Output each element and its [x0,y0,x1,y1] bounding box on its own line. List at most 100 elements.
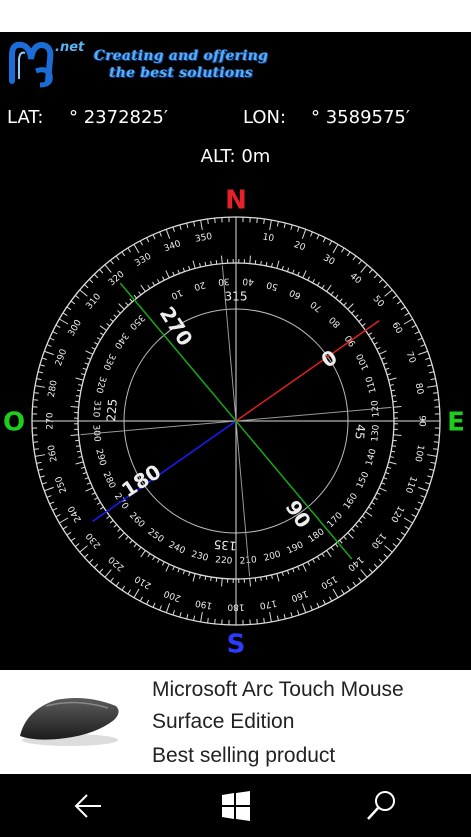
middle-tick [204,261,207,266]
inner-degree-label: 160 [342,491,360,511]
back-arrow-icon[interactable] [69,786,109,826]
inner-degree-label: 100 [355,351,371,371]
outer-degree-label: 290 [54,348,69,368]
middle-tick [165,270,170,279]
outer-tick [418,486,428,492]
middle-tick [140,284,146,292]
outer-tick [165,603,171,613]
outer-tick [99,568,104,573]
outer-tick [214,218,216,224]
outer-tick [426,454,437,457]
outer-tick [310,231,313,237]
outer-tick [384,289,393,297]
middle-tick [84,362,89,365]
tagline-line-2: the best solutions [109,65,253,81]
outer-tick [93,273,99,279]
outer-tick [433,441,439,443]
middle-tick [221,578,223,587]
outer-tick [316,602,320,608]
windows-logo-icon[interactable] [216,786,256,826]
inner-degree-label: 20 [193,279,207,292]
middle-tick [138,291,142,296]
outer-degree-label: 130 [369,530,388,550]
middle-tick [133,294,137,299]
middle-tick [78,456,83,458]
middle-tick [358,318,363,322]
inner-degree-label: 150 [355,470,371,490]
outer-tick [33,399,39,401]
inner-degree-label: 50 [265,279,279,292]
middle-tick [75,461,84,465]
outer-tick [322,599,326,605]
outer-degree-label: 150 [319,573,339,590]
middle-tick [91,347,96,350]
ad-title[interactable]: Microsoft Arc Touch Mouse Surface Editio… [152,674,462,738]
outer-tick [110,577,114,583]
outer-tick [368,568,373,573]
middle-tick [386,373,392,376]
outer-tick [383,284,388,289]
middle-tick [385,471,390,475]
middle-tick [221,255,223,264]
inner-degree-label: 190 [285,540,305,556]
ad-banner[interactable]: Microsoft Arc Touch Mouse Surface Editio… [0,670,471,774]
middle-tick [210,576,212,582]
outer-tick [46,344,52,347]
middle-tick [162,276,165,281]
outer-tick [115,255,120,261]
middle-tick [343,536,347,540]
middle-tick [85,487,94,492]
middle-tick [339,539,343,544]
middle-tick [326,550,332,558]
middle-tick [335,543,339,548]
outer-tick [420,344,426,347]
outer-tick [283,222,286,229]
inner-degree-label: 220 [215,555,233,566]
outer-tick [427,364,433,367]
middle-tick [129,539,133,544]
outer-degree-label: 140 [345,554,365,573]
outer-tick [433,399,439,401]
inner-degree-label: 310 [90,400,101,418]
middle-tick [286,267,290,272]
outer-tick [403,318,413,325]
outer-degree-label: 230 [84,530,103,550]
middle-tick [152,556,156,561]
middle-tick [165,563,170,572]
outer-tick [179,224,182,230]
outer-tick [358,259,362,265]
outer-tick [159,231,162,237]
outer-tick [297,226,300,232]
outer-tick [384,545,393,553]
middle-tick [85,350,94,355]
outer-tick [290,612,293,618]
outer-tick [46,495,52,498]
inner-degree-label: 80 [328,314,343,329]
middle-tick [335,294,339,299]
inner-degree-label: 10 [169,287,184,301]
outer-tick [427,475,433,478]
outer-tick [414,331,420,335]
outer-tick [172,226,175,232]
outer-tick [428,371,435,374]
outer-tick [104,264,112,273]
outer-tick [283,613,286,620]
outer-degree-label: 300 [67,318,84,338]
middle-tick [358,520,363,524]
middle-tick [125,302,129,306]
outer-tick [152,234,156,240]
outer-tick [200,611,203,622]
middle-tick [188,571,191,577]
outer-tick [276,221,279,227]
middle-tick [312,558,315,563]
outer-degree-label: 40 [348,271,363,286]
search-icon[interactable] [362,786,402,826]
middle-tick [361,515,366,519]
middle-tick [99,332,104,336]
outer-tick [152,602,156,608]
middle-tick [286,570,290,575]
outer-degree-label: 220 [107,554,127,573]
middle-tick [330,291,334,296]
outer-tick [49,501,55,505]
middle-tick [393,434,402,436]
